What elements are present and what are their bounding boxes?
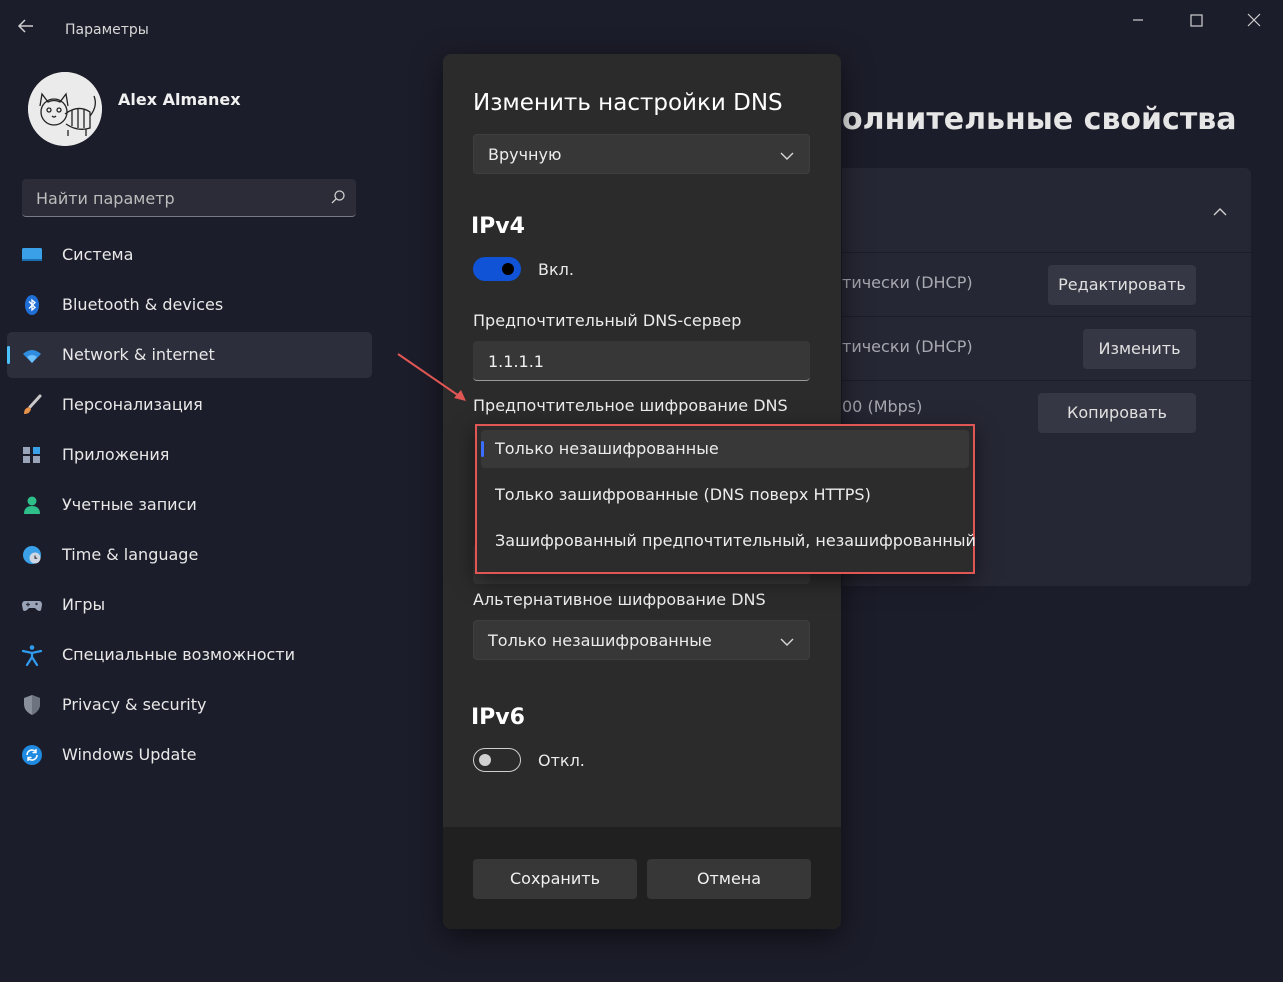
search-box[interactable]	[22, 179, 356, 217]
sidebar-item-bluetooth[interactable]: Bluetooth & devices	[7, 282, 372, 328]
ipv4-toggle-label: Вкл.	[538, 260, 574, 279]
alternate-encryption-value: Только незашифрованные	[488, 631, 712, 650]
search-input[interactable]	[34, 179, 318, 217]
preferred-dns-label: Предпочтительный DNS-сервер	[473, 311, 742, 330]
ipv4-title: IPv4	[471, 214, 525, 239]
user-name: Alex Almanex	[118, 90, 241, 109]
ipv6-title: IPv6	[471, 705, 525, 730]
sidebar-item-personalization[interactable]: Персонализация	[7, 382, 372, 428]
sidebar-item-label: Специальные возможности	[62, 645, 296, 664]
dialog-footer: Сохранить Отмена	[443, 827, 841, 929]
wifi-icon	[21, 344, 43, 366]
sidebar-item-label: Time & language	[62, 545, 199, 564]
encryption-option-encrypted-only[interactable]: Только зашифрованные (DNS поверх HTTPS)	[481, 476, 969, 514]
sidebar-item-windows-update[interactable]: Windows Update	[7, 732, 372, 778]
encryption-option-encrypted-preferred[interactable]: Зашифрованный предпочтительный, незашифр…	[481, 522, 976, 560]
copy-button[interactable]: Копировать	[1038, 393, 1196, 433]
save-button[interactable]: Сохранить	[473, 859, 637, 899]
annotation-arrow-icon	[394, 350, 474, 406]
minimize-icon[interactable]	[1124, 6, 1152, 34]
edit-button[interactable]: Редактировать	[1048, 265, 1196, 305]
property-row: тически (DHCP) Изменить	[842, 316, 1251, 380]
sidebar-item-label: Система	[62, 245, 134, 264]
encryption-option-unencrypted-only[interactable]: Только незашифрованные	[481, 430, 969, 468]
ipv4-toggle[interactable]	[473, 257, 521, 281]
sidebar-item-privacy[interactable]: Privacy & security	[7, 682, 372, 728]
sidebar-item-accounts[interactable]: Учетные записи	[7, 482, 372, 528]
search-icon[interactable]	[330, 189, 346, 205]
sidebar-item-label: Bluetooth & devices	[62, 295, 224, 314]
sidebar-item-network[interactable]: Network & internet	[7, 332, 372, 378]
ipv6-toggle-label: Откл.	[538, 751, 585, 770]
accessibility-icon	[21, 644, 43, 667]
back-arrow-icon[interactable]	[16, 16, 46, 46]
sidebar-item-system[interactable]: Система	[7, 232, 372, 278]
shield-icon	[21, 694, 43, 716]
sidebar-item-label: Windows Update	[62, 745, 197, 764]
title-bar: Параметры	[0, 0, 1283, 50]
sidebar-item-label: Учетные записи	[62, 495, 197, 514]
update-icon	[21, 744, 43, 766]
page-title: олнительные свойства	[842, 102, 1237, 137]
maximize-icon[interactable]	[1182, 6, 1210, 34]
chevron-down-icon	[779, 147, 795, 166]
avatar[interactable]	[28, 72, 102, 146]
gamepad-icon	[21, 594, 43, 616]
dns-mode-select[interactable]: Вручную	[473, 134, 810, 174]
property-value: тически (DHCP)	[842, 273, 973, 292]
globe-clock-icon	[21, 544, 43, 566]
sidebar-item-label: Персонализация	[62, 395, 203, 414]
sidebar-item-label: Privacy & security	[62, 695, 207, 714]
close-icon[interactable]	[1240, 6, 1268, 34]
ipv6-toggle[interactable]	[473, 748, 521, 772]
cat-avatar-icon	[28, 72, 102, 146]
property-value: тически (DHCP)	[842, 337, 973, 356]
apps-icon	[21, 444, 43, 466]
option-label: Только незашифрованные	[495, 439, 719, 458]
sidebar-nav: Система Bluetooth & devices Network & in…	[7, 232, 372, 782]
preferred-dns-input[interactable]	[486, 341, 790, 381]
property-value: 00 (Mbps)	[842, 397, 923, 416]
alternate-encryption-select[interactable]: Только незашифрованные	[473, 620, 810, 660]
app-title: Параметры	[65, 22, 149, 38]
option-label: Зашифрованный предпочтительный, незашифр…	[495, 531, 976, 550]
brush-icon	[21, 394, 43, 416]
sidebar-item-accessibility[interactable]: Специальные возможности	[7, 632, 372, 678]
toggle-knob	[502, 263, 514, 275]
option-label: Только зашифрованные (DNS поверх HTTPS)	[495, 485, 871, 504]
sidebar-item-label: Приложения	[62, 445, 170, 464]
system-icon	[21, 244, 43, 266]
alternate-encryption-label: Альтернативное шифрование DNS	[473, 590, 766, 609]
chevron-up-icon[interactable]	[1212, 202, 1228, 221]
cancel-button[interactable]: Отмена	[647, 859, 811, 899]
sidebar-item-apps[interactable]: Приложения	[7, 432, 372, 478]
sidebar-item-label: Network & internet	[62, 345, 215, 364]
preferred-encryption-label: Предпочтительное шифрование DNS	[473, 396, 788, 415]
sidebar-item-time-language[interactable]: Time & language	[7, 532, 372, 578]
dialog-title: Изменить настройки DNS	[473, 90, 783, 116]
dns-mode-value: Вручную	[488, 145, 562, 164]
preferred-dns-field[interactable]	[473, 341, 810, 381]
person-icon	[21, 494, 43, 516]
toggle-knob	[479, 754, 491, 766]
property-row: тически (DHCP) Редактировать	[842, 252, 1251, 316]
bluetooth-icon	[21, 294, 43, 316]
sidebar-item-label: Игры	[62, 595, 106, 614]
change-button[interactable]: Изменить	[1083, 329, 1196, 369]
encryption-dropdown-list: Только незашифрованные Только зашифрован…	[475, 424, 976, 574]
sidebar-item-gaming[interactable]: Игры	[7, 582, 372, 628]
chevron-down-icon	[779, 633, 795, 652]
